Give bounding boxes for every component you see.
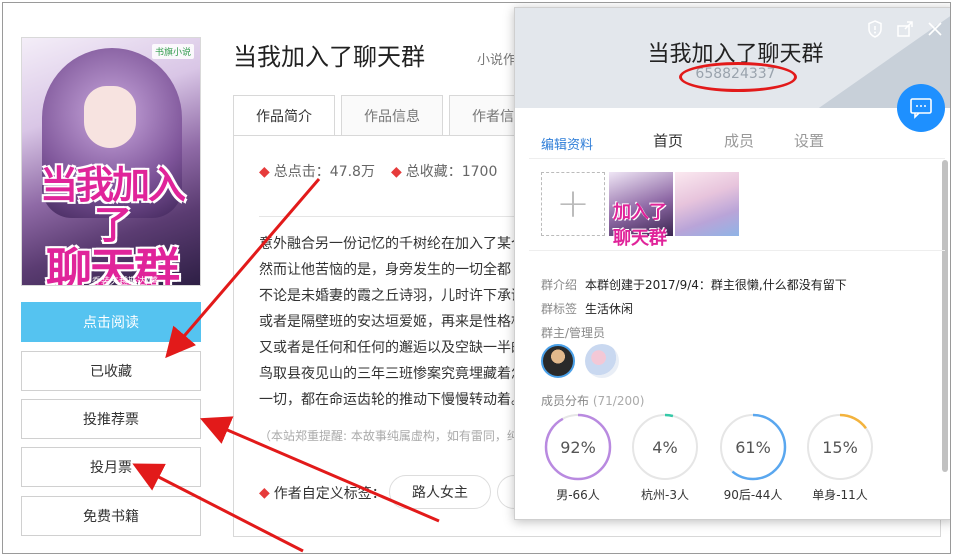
tab-home[interactable]: 首页 <box>653 130 683 151</box>
book-stats: ◆ 总点击：47.8万 ◆ 总收藏：1700 <box>259 161 513 181</box>
publisher-logo: 书旗小说 <box>151 44 194 59</box>
book-tabs: 作品简介 作品信息 作者信息 <box>233 95 557 135</box>
cover-title-art: 当我加入了 聊天群 <box>39 163 186 286</box>
recommend-ticket-button[interactable]: 投推荐票 <box>21 399 201 439</box>
synopsis-line: 鸟取县夜见山的三年三班惨案究竟埋藏着怎 <box>259 366 519 382</box>
distribution-ring: 15% <box>805 412 875 482</box>
synopsis-line: 或者是隔壁班的安达垣爱姬，再来是性格相 <box>259 314 519 330</box>
distribution-percent: 15% <box>822 437 858 457</box>
book-title: 当我加入了聊天群 <box>233 43 425 71</box>
distribution-ring: 4% <box>630 412 700 482</box>
read-button[interactable]: 点击阅读 <box>21 302 201 342</box>
annotation-ellipse <box>679 62 797 92</box>
click-count: ◆ 总点击：47.8万 <box>259 164 375 180</box>
distribution-label: 杭州-3人 <box>641 488 689 502</box>
distribution-ring: 92% <box>543 412 613 482</box>
chat-icon <box>910 98 932 119</box>
group-tags: 群标签 生活休闲 <box>541 302 634 316</box>
author-custom-tags: ◆ 作者自定义标签： <box>259 485 386 502</box>
distribution-percent: 61% <box>735 437 771 457</box>
distribution-label: 90后-44人 <box>723 488 783 502</box>
distribution-label: 男-66人 <box>556 488 600 502</box>
group-admins-label: 群主/管理员 <box>541 326 606 340</box>
author-label: 小说作 <box>477 53 517 68</box>
admin-avatar[interactable] <box>585 344 619 378</box>
reader-page: 书旗小说 当我加入了 聊天群 乔装夫越斯达/著 点击阅读 已收藏 投推荐票 投月… <box>2 2 951 554</box>
popup-scrollbar[interactable] <box>942 160 948 472</box>
cover-author-art: 乔装夫越斯达/著 <box>92 277 159 286</box>
tab-members[interactable]: 成员 <box>724 130 754 151</box>
group-photo-thumb[interactable] <box>675 172 739 236</box>
admin-avatar[interactable] <box>541 344 575 378</box>
tab-intro[interactable]: 作品简介 <box>233 95 335 135</box>
synopsis-line: 不论是未婚妻的霞之丘诗羽，儿时许下承诺 <box>259 288 519 304</box>
synopsis-line: 然而让他苦恼的是，身旁发生的一切全都 <box>259 262 511 278</box>
distribution-label: 单身-11人 <box>812 488 868 502</box>
distribution-percent: 92% <box>560 437 596 457</box>
favorite-count: ◆ 总收藏：1700 <box>390 164 498 180</box>
group-intro: 群介绍 本群创建于2017/9/4：群主很懒,什么都没有留下 <box>541 278 847 292</box>
monthly-ticket-button[interactable]: 投月票 <box>21 447 201 487</box>
tab-info[interactable]: 作品信息 <box>341 95 443 135</box>
synopsis-line: 一切，都在命运齿轮的推动下慢慢转动着。 <box>259 392 519 408</box>
member-distribution-label: 成员分布 (71/200) <box>541 394 645 408</box>
custom-tag-pill[interactable]: 路人女主 <box>389 475 491 509</box>
tab-settings[interactable]: 设置 <box>794 130 824 151</box>
book-synopsis: 意外融合另一份记忆的千树纶在加入了某个 然而让他苦恼的是，身旁发生的一切全都 不… <box>259 231 519 413</box>
edit-profile-link[interactable]: 编辑资料 <box>541 134 593 153</box>
stats-divider <box>259 216 519 217</box>
book-cover-image[interactable]: 书旗小说 当我加入了 聊天群 乔装夫越斯达/著 <box>21 37 201 286</box>
synopsis-line: 又或者是任何和任何的邂逅以及空缺一半的 <box>259 340 519 356</box>
disclaimer-notice: （本站郑重提醒: 本故事纯属虚构，如有雷同，纯 <box>259 429 519 443</box>
chat-bubble-button[interactable] <box>897 84 945 132</box>
collected-button[interactable]: 已收藏 <box>21 351 201 391</box>
synopsis-line: 意外融合另一份记忆的千树纶在加入了某个 <box>259 236 519 252</box>
group-profile-popup[interactable]: 当我加入了聊天群 658824337 编辑资料 首页 成员 设置 + 加入了聊天… <box>514 7 950 520</box>
add-photo-button[interactable]: + <box>541 172 605 236</box>
distribution-ring: 61% <box>718 412 788 482</box>
group-photo-thumb[interactable]: 加入了聊天群 <box>609 172 673 249</box>
group-nav: 编辑资料 首页 成员 设置 <box>541 130 941 154</box>
distribution-percent: 4% <box>652 437 678 457</box>
free-books-button[interactable]: 免费书籍 <box>21 496 201 536</box>
